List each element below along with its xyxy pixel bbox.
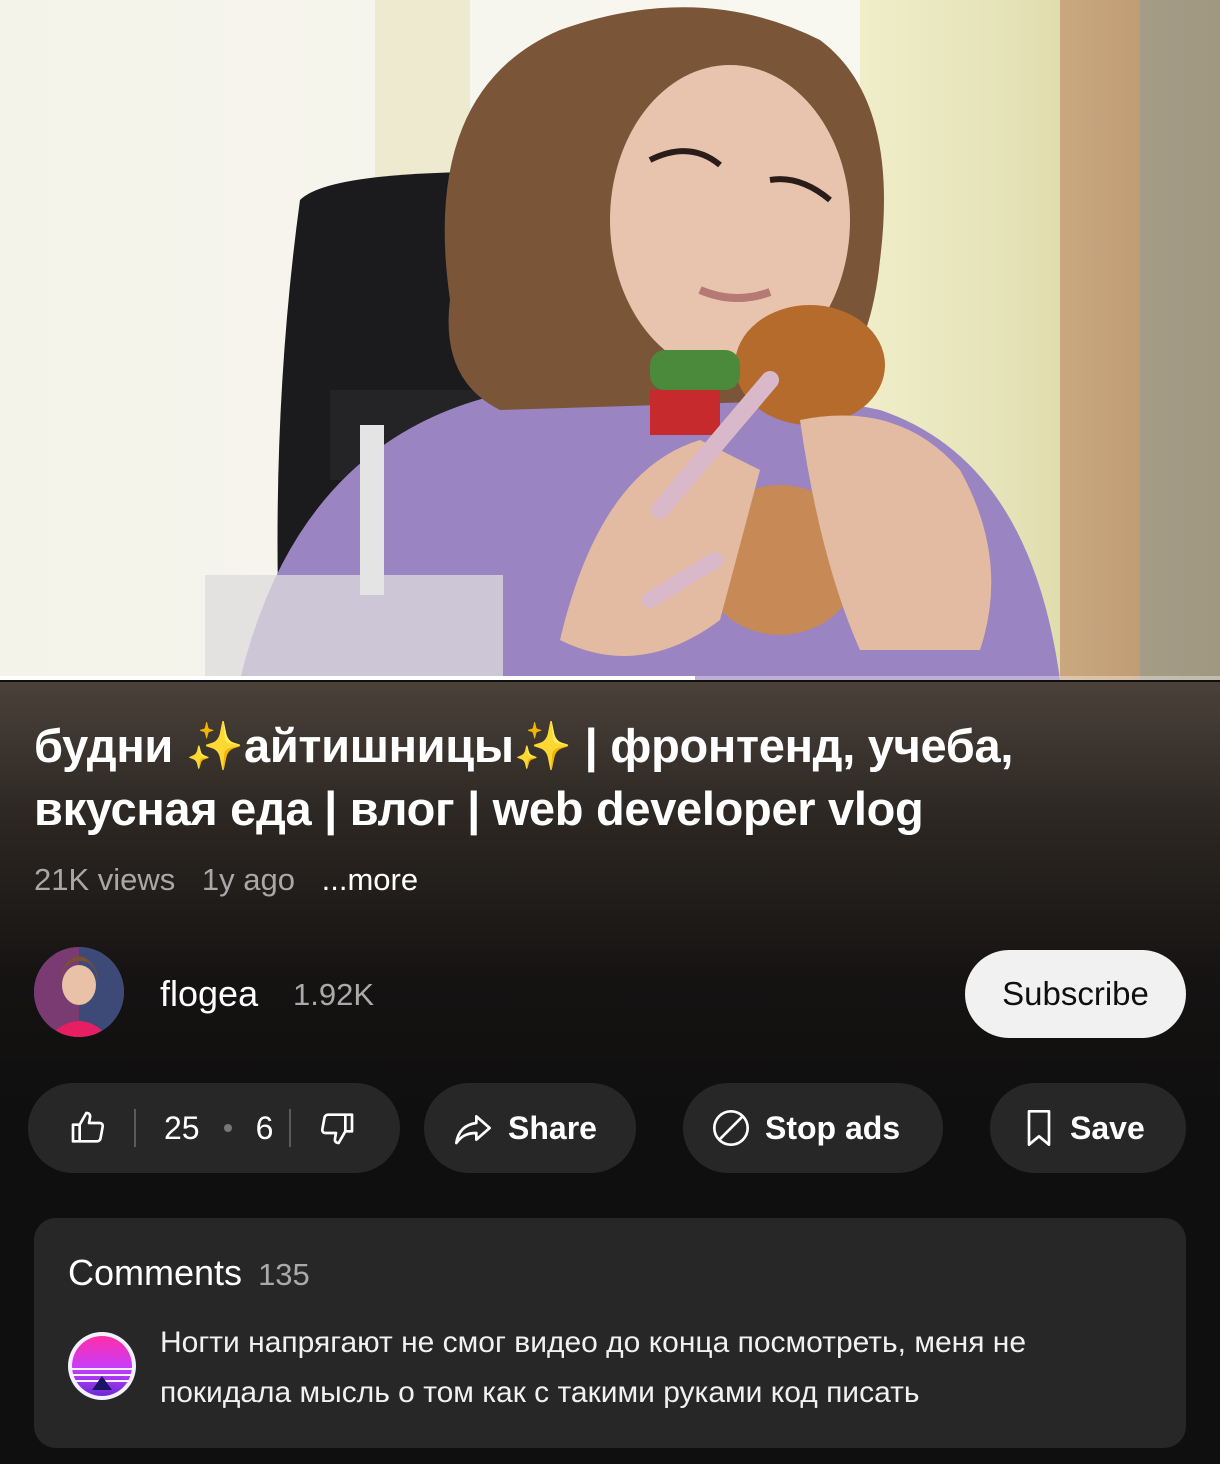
video-progress-bar[interactable] — [0, 676, 1220, 680]
stop-ads-button[interactable]: Stop ads — [683, 1083, 943, 1173]
channel-avatar[interactable] — [34, 947, 124, 1037]
view-count: 21K views — [34, 862, 176, 897]
subscriber-count: 1.92K — [293, 977, 375, 1012]
like-dislike-group: 25 6 — [28, 1083, 400, 1173]
like-icon[interactable] — [68, 1108, 108, 1148]
channel-name[interactable]: flogea — [160, 973, 258, 1015]
subscribe-button[interactable]: Subscribe — [965, 950, 1186, 1038]
dislike-count: 6 — [255, 1109, 274, 1146]
video-meta[interactable]: 21K views 1y ago ...more — [34, 862, 418, 898]
video-frame-thumbnail — [0, 0, 1220, 680]
save-icon — [1022, 1108, 1056, 1148]
comments-section[interactable]: Comments 135 Ногти напрягают не смог вид… — [34, 1218, 1186, 1448]
channel-avatar-image — [34, 947, 124, 1037]
top-comment-text: Ногти напрягают не смог видео до конца п… — [160, 1326, 1027, 1409]
stop-ads-icon — [711, 1108, 751, 1148]
video-player[interactable] — [0, 0, 1220, 680]
stop-ads-label: Stop ads — [765, 1109, 901, 1146]
divider — [289, 1109, 292, 1147]
commenter-avatar-image — [68, 1332, 136, 1400]
video-title: будни ✨айтишницы✨ | фронтенд, учеба, вку… — [34, 719, 1014, 835]
commenter-avatar[interactable] — [68, 1332, 136, 1400]
comments-header: Comments 135 — [68, 1252, 310, 1294]
upload-age: 1y ago — [201, 862, 295, 897]
share-icon — [452, 1108, 494, 1148]
dislike-icon[interactable] — [317, 1108, 357, 1148]
divider — [134, 1109, 136, 1147]
comments-heading: Comments — [68, 1252, 243, 1293]
save-label: Save — [1070, 1109, 1145, 1146]
share-button[interactable]: Share — [424, 1083, 636, 1173]
comments-count: 135 — [258, 1257, 310, 1292]
save-button[interactable]: Save — [990, 1083, 1186, 1173]
more-button[interactable]: ...more — [322, 862, 418, 897]
like-count: 25 — [164, 1109, 200, 1146]
share-label: Share — [508, 1109, 597, 1146]
separator-dot — [223, 1124, 232, 1132]
video-progress-played — [0, 676, 696, 680]
